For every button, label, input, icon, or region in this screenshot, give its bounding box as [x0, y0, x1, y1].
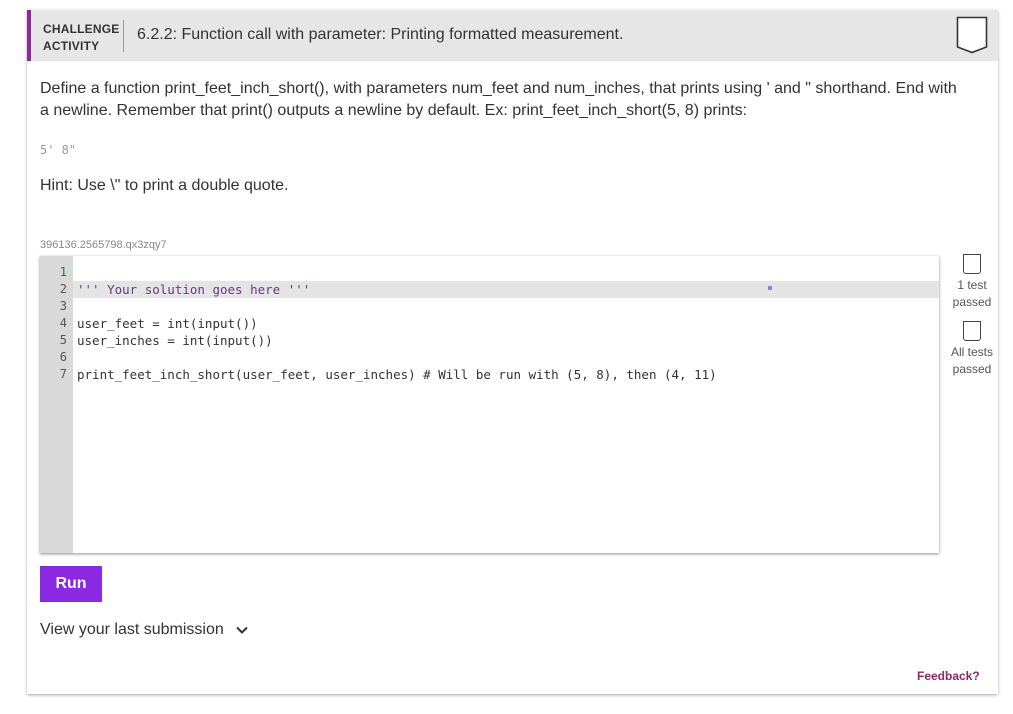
code-line[interactable]: ''' Your solution goes here ''' — [73, 281, 939, 298]
all-tests-line1: All tests — [950, 345, 993, 359]
line-number: 1 — [59, 265, 67, 279]
code-id: 396136.2565798.qx3zqy7 — [40, 239, 167, 251]
line-number-gutter: 1 2 3 4 5 6 7 — [40, 256, 73, 553]
activity-header: CHALLENGE ACTIVITY 6.2.2: Function call … — [27, 10, 998, 61]
test-one-line1: 1 test — [957, 278, 987, 292]
example-output: 5' 8" — [40, 143, 77, 157]
code-line[interactable]: user_feet = int(input()) — [73, 315, 939, 332]
editor-marker — [768, 286, 772, 290]
test-one-line2: passed — [952, 295, 992, 309]
test-one-label: 1 test passed — [943, 277, 1001, 311]
header-divider — [123, 20, 124, 52]
last-submission-label: View your last submission — [40, 621, 224, 638]
test-one-badge-icon — [963, 254, 981, 274]
code-line[interactable] — [73, 264, 939, 281]
activity-title: 6.2.2: Function call with parameter: Pri… — [137, 26, 624, 43]
activity-type-line1: CHALLENGE — [43, 22, 120, 36]
line-number: 3 — [59, 299, 67, 313]
header-accent-bar — [27, 10, 31, 61]
code-line[interactable] — [73, 349, 939, 366]
run-button[interactable]: Run — [40, 566, 102, 602]
all-tests-line2: passed — [952, 362, 992, 376]
all-tests-label: All tests passed — [943, 344, 1001, 378]
view-last-submission[interactable]: View your last submission — [40, 621, 248, 639]
completion-badge-icon — [956, 16, 988, 54]
activity-type-line2: ACTIVITY — [43, 39, 100, 53]
line-number: 5 — [59, 333, 67, 347]
code-line[interactable] — [73, 298, 939, 315]
line-number: 6 — [59, 350, 67, 364]
hint-text: Hint: Use \" to print a double quote. — [40, 177, 289, 194]
code-line[interactable]: user_inches = int(input()) — [73, 332, 939, 349]
challenge-activity-card: CHALLENGE ACTIVITY 6.2.2: Function call … — [27, 10, 998, 694]
line-number: 4 — [59, 316, 67, 330]
problem-description: Define a function print_feet_inch_short(… — [40, 80, 957, 119]
line-number: 2 — [59, 282, 67, 296]
line-number: 7 — [59, 367, 67, 381]
code-line[interactable]: print_feet_inch_short(user_feet, user_in… — [73, 366, 939, 383]
feedback-link[interactable]: Feedback? — [917, 669, 980, 683]
activity-type-label: CHALLENGE ACTIVITY — [43, 21, 119, 55]
code-editor[interactable]: 1 2 3 4 5 6 7 ''' Your solution goes her… — [40, 256, 939, 553]
all-tests-badge-icon — [963, 321, 981, 341]
chevron-down-icon — [236, 626, 248, 634]
